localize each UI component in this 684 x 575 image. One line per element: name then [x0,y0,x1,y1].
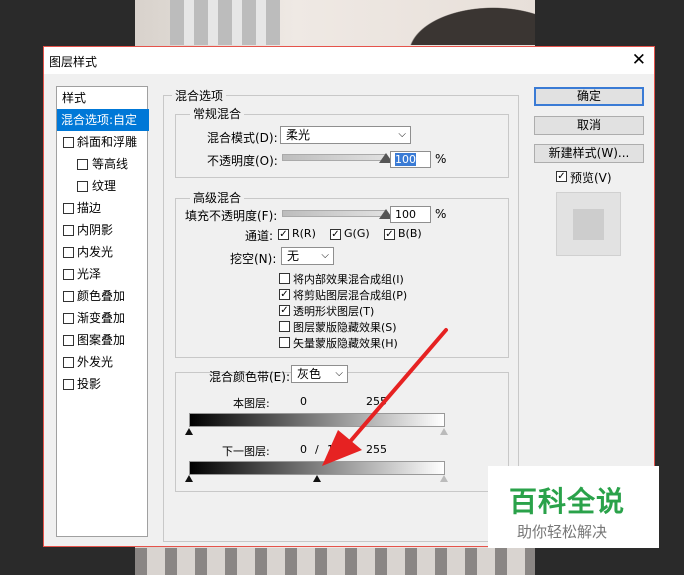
blend-if-select[interactable]: 灰色 ⌵ [291,365,348,383]
background-bottom-strip [135,548,535,575]
this-layer-gradient-bar [189,413,445,427]
watermark-title: 百科全说 [509,485,626,518]
sidebar-item-gradient-overlay[interactable]: 渐变叠加 [57,307,149,329]
blend-interior-effects-checkbox[interactable] [279,273,290,284]
layer-mask-hides-label: 图层蒙版隐藏效果(S) [293,321,397,334]
pattern-overlay-checkbox[interactable] [63,335,74,346]
new-style-button[interactable]: 新建样式(W)... [534,144,644,163]
this-layer-high-value: 255 [366,395,387,408]
preview-checkbox[interactable]: ✓ [556,171,567,182]
sidebar-item-texture[interactable]: 纹理 [57,175,149,197]
blend-mode-label: 混合模式(D): [207,131,278,145]
sidebar-item-bevel-emboss[interactable]: 斜面和浮雕 [57,131,149,153]
blend-options-title: 混合选项 [172,87,227,104]
blend-mode-select[interactable]: 柔光 ⌵ [280,126,411,144]
sidebar-item-drop-shadow[interactable]: 投影 [57,373,149,395]
contour-checkbox[interactable] [77,159,88,170]
ok-button[interactable]: 确定 [534,87,644,106]
chevron-down-icon: ⌵ [398,129,406,140]
satin-checkbox[interactable] [63,269,74,280]
this-layer-black-slider[interactable] [185,428,193,435]
inner-shadow-checkbox[interactable] [63,225,74,236]
vector-mask-hides-label: 矢量蒙版隐藏效果(H) [293,337,398,350]
below-layer-label: 下一图层: [222,445,270,458]
sidebar-item-blend-options[interactable]: 混合选项:自定 [57,109,149,131]
blend-clipped-layers-label: 将剪贴图层混合成组(P) [293,289,408,302]
below-layer-gradient-bar [189,461,445,475]
fill-opacity-label: 填充不透明度(F): [185,209,278,223]
below-layer-separator: / [315,443,319,456]
chevron-down-icon: ⌵ [321,250,329,261]
color-overlay-checkbox[interactable] [63,291,74,302]
transparency-shapes-label: 透明形状图层(T) [293,305,375,318]
general-blending-title: 常规混合 [190,105,245,122]
fill-opacity-slider[interactable] [282,210,386,217]
fill-opacity-unit: % [435,207,447,221]
opacity-label: 不透明度(O): [207,154,278,168]
transparency-shapes-checkbox[interactable]: ✓ [279,305,290,316]
sidebar-header: 样式 [62,91,87,105]
channel-g-checkbox[interactable]: ✓ [330,229,341,240]
below-layer-high-value: 255 [366,443,387,456]
this-layer-white-slider[interactable] [440,428,448,435]
cancel-button[interactable]: 取消 [534,116,644,135]
advanced-blending-title: 高级混合 [190,189,245,206]
watermark-subtitle: 助你轻松解决 [517,523,608,541]
vector-mask-hides-checkbox[interactable] [279,337,290,348]
blend-interior-effects-label: 将内部效果混合成组(I) [293,273,404,286]
knockout-label: 挖空(N): [230,252,277,266]
opacity-input[interactable]: 100 [390,151,431,168]
texture-checkbox[interactable] [77,181,88,192]
gradient-overlay-checkbox[interactable] [63,313,74,324]
watermark-logo: 百科全说 助你轻松解决 [488,466,659,548]
sidebar-item-inner-glow[interactable]: 内发光 [57,241,149,263]
blend-if-label: 混合颜色带(E): [209,370,290,384]
style-preview-thumbnail [556,192,621,256]
preview-label: 预览(V) [570,171,612,185]
channel-r-checkbox[interactable]: ✓ [278,229,289,240]
channels-label: 通道: [245,229,274,243]
background-hair [395,0,535,45]
sidebar-item-stroke[interactable]: 描边 [57,197,149,219]
sidebar-item-pattern-overlay[interactable]: 图案叠加 [57,329,149,351]
sidebar-item-inner-shadow[interactable]: 内阴影 [57,219,149,241]
this-layer-label: 本图层: [233,397,270,410]
channel-b-label: B(B) [398,227,422,240]
sidebar-item-contour[interactable]: 等高线 [57,153,149,175]
channel-g-label: G(G) [344,227,370,240]
channel-r-label: R(R) [292,227,316,240]
close-icon[interactable]: ✕ [632,50,646,70]
chevron-down-icon: ⌵ [335,368,343,379]
below-layer-white-slider[interactable] [440,475,448,482]
opacity-unit: % [435,152,447,166]
below-layer-black-slider-right[interactable] [313,475,321,482]
below-layer-low-value: 0 [300,443,307,456]
stroke-checkbox[interactable] [63,203,74,214]
bevel-emboss-checkbox[interactable] [63,137,74,148]
sidebar-item-color-overlay[interactable]: 颜色叠加 [57,285,149,307]
below-layer-mid-value: 1 [327,443,334,456]
blend-clipped-layers-checkbox[interactable]: ✓ [279,289,290,300]
knockout-select[interactable]: 无 ⌵ [281,247,334,265]
styles-sidebar: 样式 混合选项:自定 斜面和浮雕 等高线 纹理 描边 内阴影 内发光 光泽 颜色… [56,86,149,537]
drop-shadow-checkbox[interactable] [63,379,74,390]
channel-b-checkbox[interactable]: ✓ [384,229,395,240]
titlebar: 图层样式 ✕ [44,47,654,74]
outer-glow-checkbox[interactable] [63,357,74,368]
dialog-title: 图层样式 [49,55,98,69]
background-window [170,0,280,45]
below-layer-black-slider-left[interactable] [185,475,193,482]
this-layer-low-value: 0 [300,395,307,408]
sidebar-item-outer-glow[interactable]: 外发光 [57,351,149,373]
inner-glow-checkbox[interactable] [63,247,74,258]
sidebar-item-satin[interactable]: 光泽 [57,263,149,285]
layer-mask-hides-checkbox[interactable] [279,321,290,332]
fill-opacity-input[interactable]: 100 [390,206,431,223]
opacity-slider[interactable] [282,154,386,161]
